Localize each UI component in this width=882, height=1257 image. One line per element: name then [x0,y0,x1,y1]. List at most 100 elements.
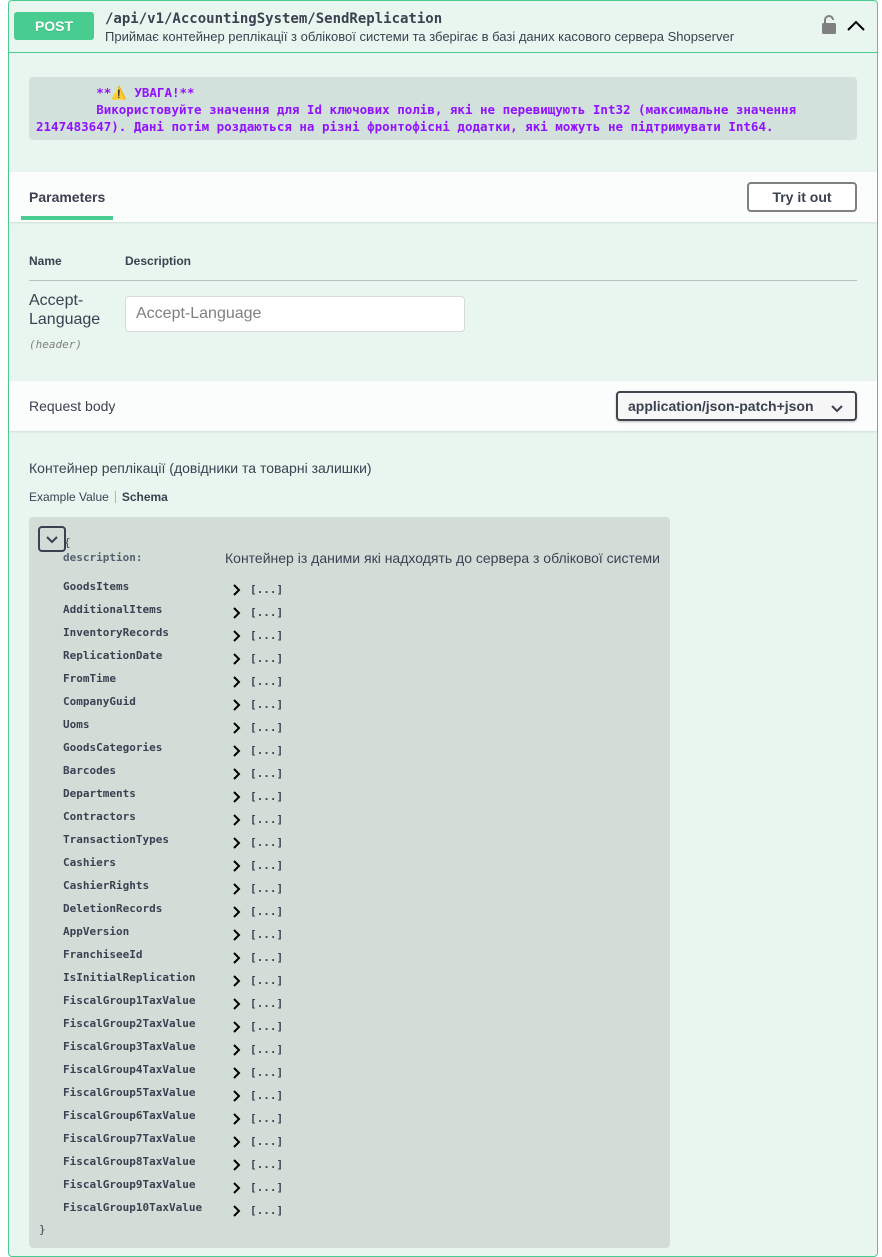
chevron-right-icon[interactable] [232,837,242,849]
parameter-name: Accept- Language [29,291,100,329]
property-collapsed-value[interactable]: [...] [250,951,283,964]
schema-property-row: FiscalGroup6TaxValue [...] [29,1109,670,1132]
property-collapsed-value[interactable]: [...] [250,1089,283,1102]
chevron-down-icon [46,536,58,544]
property-collapsed-value[interactable]: [...] [250,652,283,665]
request-body-label: Request body [29,398,116,414]
property-name: ReplicationDate [63,649,163,662]
chevron-right-icon[interactable] [232,676,242,688]
property-collapsed-value[interactable]: [...] [250,790,283,803]
chevron-right-icon[interactable] [232,1021,242,1033]
chevron-right-icon[interactable] [232,1044,242,1056]
chevron-right-icon[interactable] [232,906,242,918]
chevron-right-icon[interactable] [232,1113,242,1125]
schema-property-row: CashierRights [...] [29,879,670,902]
chevron-right-icon[interactable] [232,929,242,941]
property-collapsed-value[interactable]: [...] [250,859,283,872]
model-collapse-button[interactable] [38,526,66,552]
chevron-right-icon[interactable] [232,768,242,780]
chevron-down-icon [831,401,843,413]
parameter-name-line2: Language [29,311,101,328]
property-name: FiscalGroup2TaxValue [63,1017,196,1030]
property-name: FiscalGroup5TaxValue [63,1086,196,1099]
property-collapsed-value[interactable]: [...] [250,905,283,918]
property-collapsed-value[interactable]: [...] [250,767,283,780]
lock-icon[interactable] [820,14,838,36]
schema-property-row: Departments [...] [29,787,670,810]
property-collapsed-value[interactable]: [...] [250,698,283,711]
schema-property-row: AdditionalItems [...] [29,603,670,626]
example-schema-tabs: Example Value Schema [29,490,168,504]
property-collapsed-value[interactable]: [...] [250,744,283,757]
property-name: AdditionalItems [63,603,163,616]
chevron-right-icon[interactable] [232,791,242,803]
property-name: FiscalGroup8TaxValue [63,1155,196,1168]
property-collapsed-value[interactable]: [...] [250,928,283,941]
parameter-location: (header) [29,338,82,351]
close-brace: } [39,1223,46,1236]
schema-property-row: FiscalGroup5TaxValue [...] [29,1086,670,1109]
property-collapsed-value[interactable]: [...] [250,974,283,987]
chevron-right-icon[interactable] [232,607,242,619]
property-collapsed-value[interactable]: [...] [250,813,283,826]
operation-summary[interactable]: POST /api/v1/AccountingSystem/SendReplic… [9,1,877,53]
property-collapsed-value[interactable]: [...] [250,1135,283,1148]
tab-parameters[interactable]: Parameters [21,172,113,220]
schema-property-row: FiscalGroup4TaxValue [...] [29,1063,670,1086]
property-collapsed-value[interactable]: [...] [250,882,283,895]
property-name: GoodsItems [63,580,130,593]
chevron-up-icon[interactable] [845,15,867,37]
operation-description: Приймає контейнер реплікації з облікової… [105,29,735,44]
property-name: TransactionTypes [63,833,169,846]
schema-property-row: CompanyGuid [...] [29,695,670,718]
chevron-right-icon[interactable] [232,699,242,711]
chevron-right-icon[interactable] [232,1205,242,1217]
property-collapsed-value[interactable]: [...] [250,1043,283,1056]
property-collapsed-value[interactable]: [...] [250,1020,283,1033]
property-collapsed-value[interactable]: [...] [250,606,283,619]
schema-property-row: FiscalGroup2TaxValue [...] [29,1017,670,1040]
tab-schema[interactable]: Schema [122,490,168,504]
property-collapsed-value[interactable]: [...] [250,721,283,734]
accept-language-input[interactable] [125,296,465,332]
chevron-right-icon[interactable] [232,584,242,596]
property-collapsed-value[interactable]: [...] [250,1204,283,1217]
property-name: FiscalGroup3TaxValue [63,1040,196,1053]
schema-property-row: FiscalGroup3TaxValue [...] [29,1040,670,1063]
chevron-right-icon[interactable] [232,722,242,734]
schema-property-row: DeletionRecords [...] [29,902,670,925]
property-collapsed-value[interactable]: [...] [250,1066,283,1079]
property-collapsed-value[interactable]: [...] [250,1112,283,1125]
table-divider [29,280,857,281]
schema-property-row: FiscalGroup10TaxValue [...] [29,1201,670,1224]
chevron-right-icon[interactable] [232,952,242,964]
chevron-right-icon[interactable] [232,1182,242,1194]
property-name: FiscalGroup4TaxValue [63,1063,196,1076]
property-collapsed-value[interactable]: [...] [250,675,283,688]
property-collapsed-value[interactable]: [...] [250,1158,283,1171]
chevron-right-icon[interactable] [232,1090,242,1102]
schema-property-row: FiscalGroup1TaxValue [...] [29,994,670,1017]
property-collapsed-value[interactable]: [...] [250,1181,283,1194]
chevron-right-icon[interactable] [232,1136,242,1148]
tab-example-value[interactable]: Example Value [29,490,109,504]
chevron-right-icon[interactable] [232,883,242,895]
chevron-right-icon[interactable] [232,1067,242,1079]
chevron-right-icon[interactable] [232,745,242,757]
property-collapsed-value[interactable]: [...] [250,836,283,849]
property-collapsed-value[interactable]: [...] [250,629,283,642]
chevron-right-icon[interactable] [232,653,242,665]
chevron-right-icon[interactable] [232,814,242,826]
content-type-select[interactable]: application/json-patch+json [616,391,857,421]
property-collapsed-value[interactable]: [...] [250,997,283,1010]
chevron-right-icon[interactable] [232,630,242,642]
property-name: CompanyGuid [63,695,136,708]
schema-property-row: Contractors [...] [29,810,670,833]
chevron-right-icon[interactable] [232,1159,242,1171]
chevron-right-icon[interactable] [232,975,242,987]
try-it-out-button[interactable]: Try it out [747,182,857,212]
chevron-right-icon[interactable] [232,998,242,1010]
chevron-right-icon[interactable] [232,860,242,872]
property-collapsed-value[interactable]: [...] [250,583,283,596]
schema-property-row: TransactionTypes [...] [29,833,670,856]
